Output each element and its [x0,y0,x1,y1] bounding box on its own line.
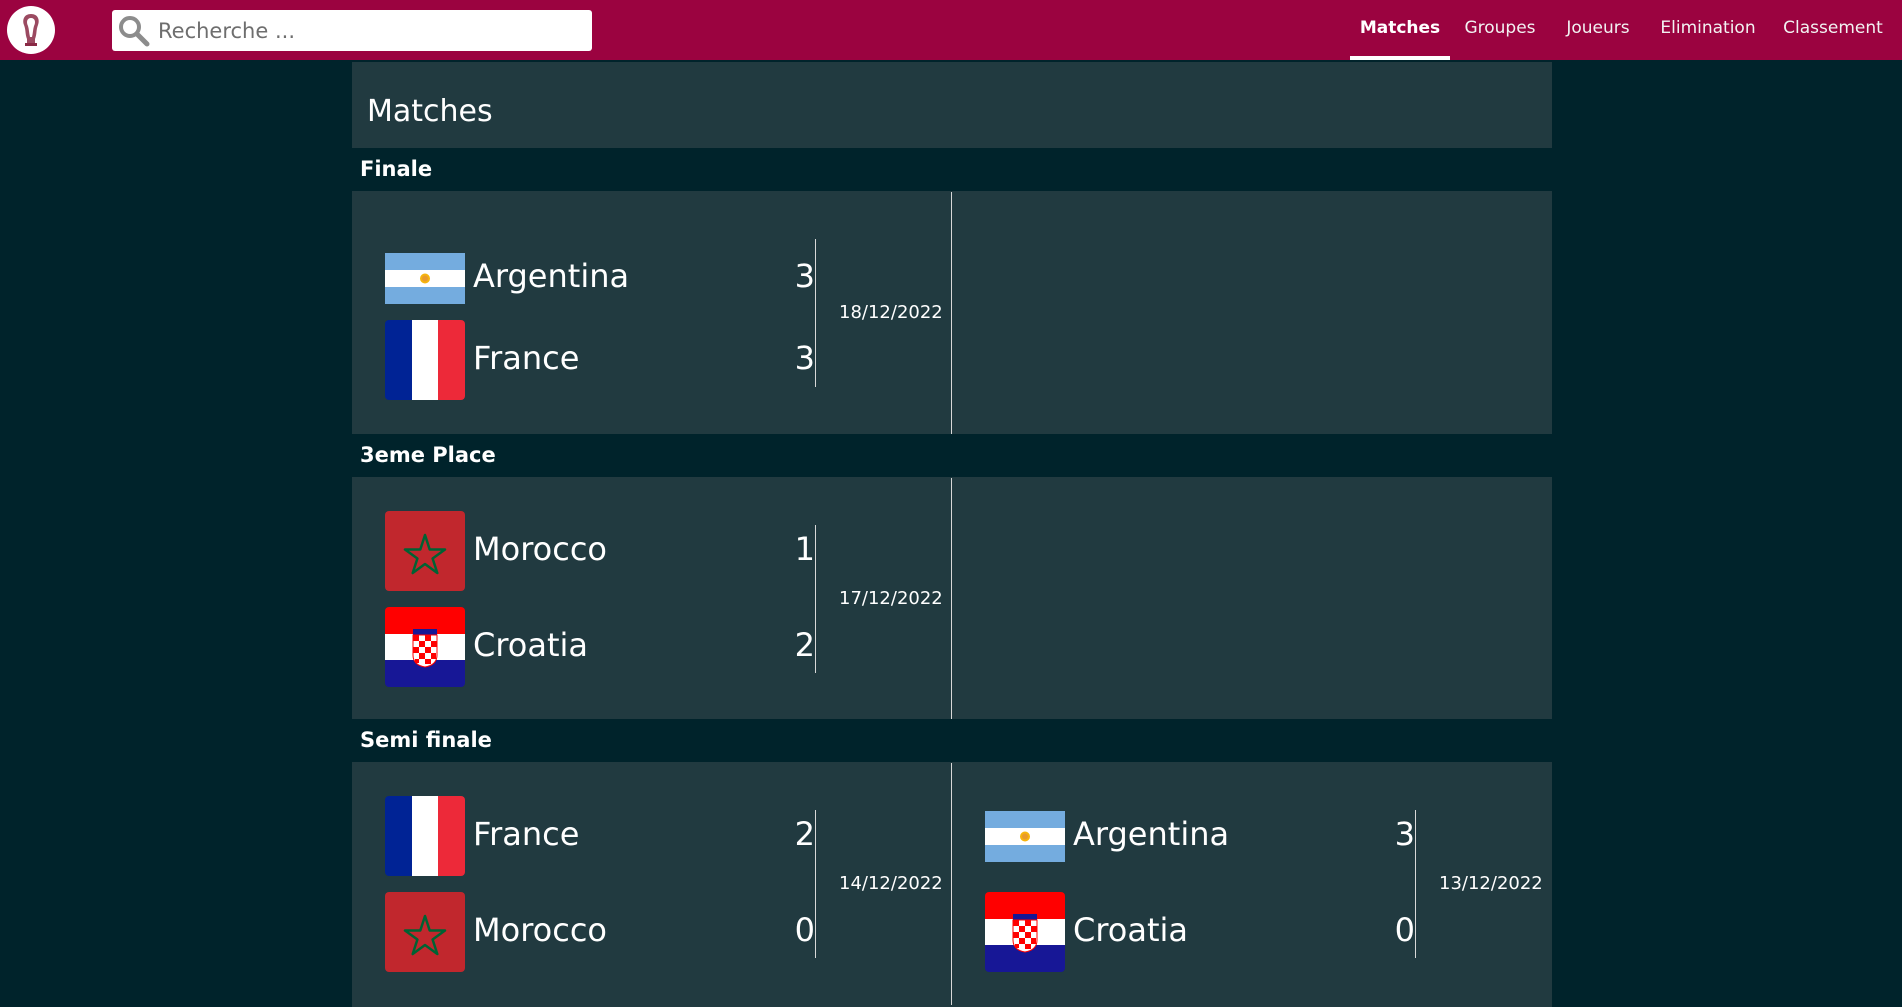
team-name: Croatia [473,626,589,664]
match-card[interactable]: Morocco 1 Croatia 2 17/12/2022 [352,478,952,720]
search-icon [119,16,150,47]
croatia-flag-icon [385,607,465,687]
team-name: Morocco [473,530,607,568]
matches-panel: Matches Finale Argentina 3 France 3 18/1… [352,62,1552,1007]
top-navbar: Matches Groupes Joueurs Elimination Clas… [0,0,1902,60]
france-flag-icon [385,320,465,400]
morocco-flag-icon [385,511,465,591]
france-flag-icon [385,796,465,876]
search-input[interactable] [158,14,578,47]
team-name: France [473,815,580,853]
team-score: 1 [794,530,815,568]
team-row: Argentina 3 [985,796,1415,876]
match-date: 13/12/2022 [1439,873,1543,894]
team-row: Morocco 0 [385,892,815,972]
divider [815,810,816,958]
team-row: Croatia 0 [985,892,1415,972]
nav-item-classement[interactable]: Classement [1778,0,1888,60]
argentina-flag-icon [385,238,465,318]
team-name: Argentina [473,257,630,295]
team-name: Morocco [473,911,607,949]
team-row: Argentina 3 [385,238,815,318]
nav-item-matches[interactable]: Matches [1350,0,1450,60]
page-title: Matches [367,94,493,129]
section-header-finale: Finale [352,148,1552,191]
match-date: 14/12/2022 [839,873,943,894]
team-score: 2 [794,626,815,664]
team-score: 0 [1394,911,1415,949]
section-header-3eme-place: 3eme Place [352,434,1552,477]
match-date: 17/12/2022 [839,588,943,609]
section-finale: Argentina 3 France 3 18/12/2022 [352,192,1552,434]
divider [1415,810,1416,958]
match-card[interactable]: France 2 Morocco 0 14/12/2022 [352,763,952,1005]
section-header-semi-finale: Semi finale [352,719,1552,762]
team-name: Croatia [1073,911,1189,949]
team-score: 3 [794,339,815,377]
section-semi-finale: France 2 Morocco 0 14/12/2022 Argentina … [352,763,1552,1005]
match-card[interactable]: Argentina 3 France 3 18/12/2022 [352,192,952,434]
search-bar[interactable] [112,10,592,51]
team-row: France 2 [385,796,815,876]
divider [815,239,816,387]
team-row: Morocco 1 [385,511,815,591]
match-date: 18/12/2022 [839,302,943,323]
team-score: 0 [794,911,815,949]
team-row: France 3 [385,320,815,400]
world-cup-logo-icon[interactable] [7,6,55,54]
nav-item-elimination[interactable]: Elimination [1653,0,1763,60]
team-row: Croatia 2 [385,607,815,687]
team-score: 2 [794,815,815,853]
argentina-flag-icon [985,796,1065,876]
team-score: 3 [794,257,815,295]
section-3eme-place: Morocco 1 Croatia 2 17/12/2022 [352,478,1552,720]
match-card[interactable]: Argentina 3 Croatia 0 13/12/2022 [952,763,1552,1005]
croatia-flag-icon [985,892,1065,972]
team-name: France [473,339,580,377]
divider [815,525,816,673]
morocco-flag-icon [385,892,465,972]
team-score: 3 [1394,815,1415,853]
team-name: Argentina [1073,815,1230,853]
nav-item-joueurs[interactable]: Joueurs [1558,0,1638,60]
nav-item-groupes[interactable]: Groupes [1460,0,1540,60]
